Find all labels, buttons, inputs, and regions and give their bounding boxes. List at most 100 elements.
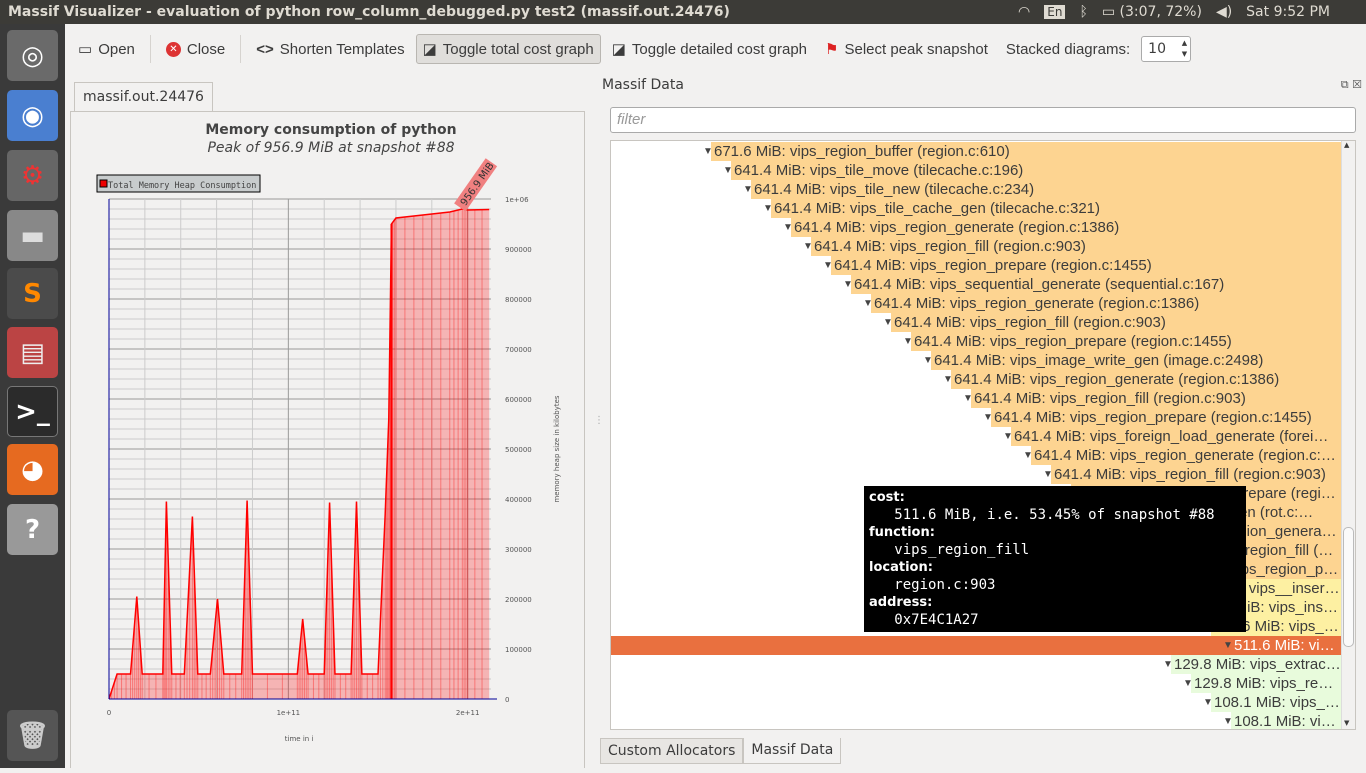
y-tick-label: 600000 bbox=[505, 396, 532, 404]
keyboard-indicator[interactable]: En bbox=[1044, 5, 1066, 19]
legend-label: Total Memory Heap Consumption bbox=[108, 181, 256, 191]
scrollbar[interactable]: ▲ ▼ bbox=[1341, 141, 1355, 729]
tree-row[interactable]: ▼ 641.4 MiB: vips_region_fill (region.c:9… bbox=[611, 313, 1341, 332]
tree-row[interactable]: ▼ 641.4 MiB: vips_region_fill (region.c:9… bbox=[611, 237, 1341, 256]
terminal-icon[interactable]: >_ bbox=[7, 386, 58, 437]
firefox-icon[interactable]: ◕ bbox=[7, 444, 58, 495]
tree-row[interactable]: ▼ 511.6 MiB: vi… bbox=[611, 636, 1341, 655]
tab-massif-data[interactable]: Massif Data bbox=[743, 738, 842, 764]
tree-row-label: 641.4 MiB: vips_image_write_gen (image.c… bbox=[931, 351, 1341, 370]
y-tick-label: 800000 bbox=[505, 296, 532, 304]
tree-row[interactable]: ▼ 641.4 MiB: vips_tile_cache_gen (tilecac… bbox=[611, 199, 1341, 218]
tree-row[interactable]: ▼ 641.4 MiB: vips_tile_new (tilecache.c:2… bbox=[611, 180, 1341, 199]
tree-row[interactable]: ▼ 108.1 MiB: vips_… bbox=[611, 693, 1341, 712]
tree-row[interactable]: ▼ 641.4 MiB: vips_region_prepare (region.… bbox=[611, 408, 1341, 427]
select-peak-label: Select peak snapshot bbox=[844, 40, 988, 58]
launcher: ◎ ◉ ⚙ ▬ S ▤ >_ ◕ ? 🗑 bbox=[0, 24, 65, 768]
y-tick-label: 500000 bbox=[505, 446, 532, 454]
chart-pane: massif.out.24476 Memory consumption of p… bbox=[65, 74, 590, 768]
close-pane-icon[interactable]: ☒ bbox=[1352, 78, 1362, 91]
tree-row-label: 641.4 MiB: vips_tile_move (tilecache.c:1… bbox=[731, 161, 1341, 180]
tooltip-function: vips_region_fill bbox=[894, 541, 1030, 558]
stacked-diagrams-spinbox[interactable]: 10 ▲ ▼ bbox=[1141, 36, 1192, 62]
tree-row-label: 641.4 MiB: vips_region_generate (region.… bbox=[1031, 446, 1341, 465]
sublime-icon[interactable]: S bbox=[7, 268, 58, 319]
file-tab[interactable]: massif.out.24476 bbox=[74, 82, 213, 111]
toggle-detailed-label: Toggle detailed cost graph bbox=[631, 40, 808, 58]
tree-row[interactable]: ▼ 641.4 MiB: vips_region_prepare (region.… bbox=[611, 332, 1341, 351]
tree-row-label: 641.4 MiB: vips_region_prepare (region.c… bbox=[831, 256, 1341, 275]
tree-row-label: 641.4 MiB: vips_region_prepare (region.c… bbox=[991, 408, 1341, 427]
massif-data-pane: Massif Data ⧉ ☒ filter ▲ ▼ ▼ 671.6 MiB: v… bbox=[600, 74, 1366, 768]
battery-indicator[interactable]: ▭ (3:07, 72%) bbox=[1102, 4, 1202, 20]
tree-row[interactable]: ▼ 671.6 MiB: vips_region_buffer (region.c… bbox=[611, 142, 1341, 161]
tree-row[interactable]: ▼ 641.4 MiB: vips_region_generate (region… bbox=[611, 218, 1341, 237]
tree-row[interactable]: ▼ 129.8 MiB: vips_reg… bbox=[611, 674, 1341, 693]
tree-row[interactable]: ▼ 641.4 MiB: vips_foreign_load_generate (… bbox=[611, 427, 1341, 446]
call-tree[interactable]: ▲ ▼ ▼ 671.6 MiB: vips_region_buffer (regi… bbox=[610, 140, 1356, 730]
clock[interactable]: Sat 9:52 PM bbox=[1246, 4, 1330, 20]
wifi-icon[interactable]: ◠ bbox=[1018, 4, 1030, 20]
filter-input[interactable]: filter bbox=[610, 107, 1356, 133]
tree-row[interactable]: ▼ 641.4 MiB: vips_region_generate (region… bbox=[611, 294, 1341, 313]
tab-custom-allocators[interactable]: Custom Allocators bbox=[600, 738, 744, 764]
tree-row-label: 641.4 MiB: vips_region_fill (region.c:90… bbox=[891, 313, 1341, 332]
settings-icon[interactable]: ⚙ bbox=[7, 150, 58, 201]
tree-row-label: 129.8 MiB: vips_reg… bbox=[1191, 674, 1341, 693]
y-tick-label: 400000 bbox=[505, 496, 532, 504]
tooltip-location: region.c:903 bbox=[894, 576, 996, 593]
x-tick-label: 1e+11 bbox=[277, 709, 301, 717]
toggle-total-cost-button[interactable]: ◪ Toggle total cost graph bbox=[415, 34, 601, 64]
stacked-label: Stacked diagrams: bbox=[1005, 40, 1131, 58]
shorten-templates-button[interactable]: <> Shorten Templates bbox=[249, 35, 411, 64]
y-axis-label: memory heap size in kilobytes bbox=[553, 395, 561, 502]
stacked-value: 10 bbox=[1148, 41, 1166, 57]
tooltip-cost: 511.6 MiB, i.e. 53.45% of snapshot #88 bbox=[894, 506, 1215, 523]
trash-icon[interactable]: 🗑 bbox=[7, 710, 58, 761]
toggle-total-label: Toggle total cost graph bbox=[442, 40, 594, 58]
tree-row[interactable]: ▼ 641.4 MiB: vips_region_prepare (region.… bbox=[611, 256, 1341, 275]
y-tick-label: 300000 bbox=[505, 546, 532, 554]
float-icon[interactable]: ⧉ bbox=[1341, 78, 1349, 91]
disk-icon[interactable]: ▬ bbox=[7, 210, 58, 261]
scroll-up-icon[interactable]: ▲ bbox=[1344, 141, 1349, 149]
close-button[interactable]: ✕ Close bbox=[159, 35, 232, 64]
tooltip-cost-label: cost: bbox=[869, 490, 905, 505]
tooltip-address: 0x7E4C1A27 bbox=[894, 611, 979, 628]
tree-row[interactable]: ▼ 641.4 MiB: vips_region_generate (region… bbox=[611, 370, 1341, 389]
tree-row-label: 129.8 MiB: vips_extrac… bbox=[1171, 655, 1341, 674]
tree-row-label: 108.1 MiB: vi… bbox=[1231, 712, 1341, 729]
tree-row[interactable]: ▼ 108.1 MiB: vi… bbox=[611, 712, 1341, 729]
files-icon[interactable]: ▤ bbox=[7, 327, 58, 378]
tree-row[interactable]: ▼ 129.8 MiB: vips_extrac… bbox=[611, 655, 1341, 674]
volume-icon[interactable]: ◀) bbox=[1216, 4, 1232, 20]
tree-row-label: 641.4 MiB: vips_region_generate (region.… bbox=[791, 218, 1341, 237]
tree-row[interactable]: ▼ 641.4 MiB: vips_tile_move (tilecache.c:… bbox=[611, 161, 1341, 180]
scroll-down-icon[interactable]: ▼ bbox=[1344, 719, 1349, 727]
toggle-detailed-cost-button[interactable]: ◪ Toggle detailed cost graph bbox=[605, 34, 814, 64]
spin-arrows-icon[interactable]: ▲ ▼ bbox=[1182, 38, 1187, 60]
bluetooth-icon[interactable]: ᛒ bbox=[1079, 4, 1087, 20]
chart-icon: ◪ bbox=[611, 41, 626, 58]
tree-row[interactable]: ▼ 641.4 MiB: vips_region_fill (region.c:9… bbox=[611, 389, 1341, 408]
memory-chart[interactable]: Memory consumption of python Peak of 956.… bbox=[71, 112, 586, 769]
select-peak-button[interactable]: ⚑ Select peak snapshot bbox=[818, 34, 995, 64]
tooltip-address-label: address: bbox=[869, 595, 933, 610]
x-tick-label: 2e+11 bbox=[456, 709, 480, 717]
help-icon[interactable]: ? bbox=[7, 504, 58, 555]
battery-text: (3:07, 72%) bbox=[1119, 4, 1202, 20]
flag-icon: ⚑ bbox=[825, 41, 839, 58]
scrollbar-thumb[interactable] bbox=[1343, 527, 1354, 647]
title-bar: Massif Visualizer - evaluation of python… bbox=[0, 0, 1366, 24]
tree-row-label: 641.4 MiB: vips_sequential_generate (seq… bbox=[851, 275, 1341, 294]
tree-row[interactable]: ▼ 641.4 MiB: vips_sequential_generate (se… bbox=[611, 275, 1341, 294]
tree-row-label: 641.4 MiB: vips_region_generate (region.… bbox=[871, 294, 1341, 313]
tree-row[interactable]: ▼ 641.4 MiB: vips_region_generate (region… bbox=[611, 446, 1341, 465]
open-button[interactable]: ▭ Open bbox=[71, 34, 142, 64]
separator bbox=[149, 35, 151, 63]
chrome-icon[interactable]: ◉ bbox=[7, 90, 58, 141]
ubuntu-dash-icon[interactable]: ◎ bbox=[7, 30, 58, 81]
tree-row[interactable]: ▼ 641.4 MiB: vips_image_write_gen (image.… bbox=[611, 351, 1341, 370]
tree-row[interactable]: ▼ 641.4 MiB: vips_region_fill (region.c:9… bbox=[611, 465, 1341, 484]
x-tick-label: 0 bbox=[107, 709, 111, 717]
